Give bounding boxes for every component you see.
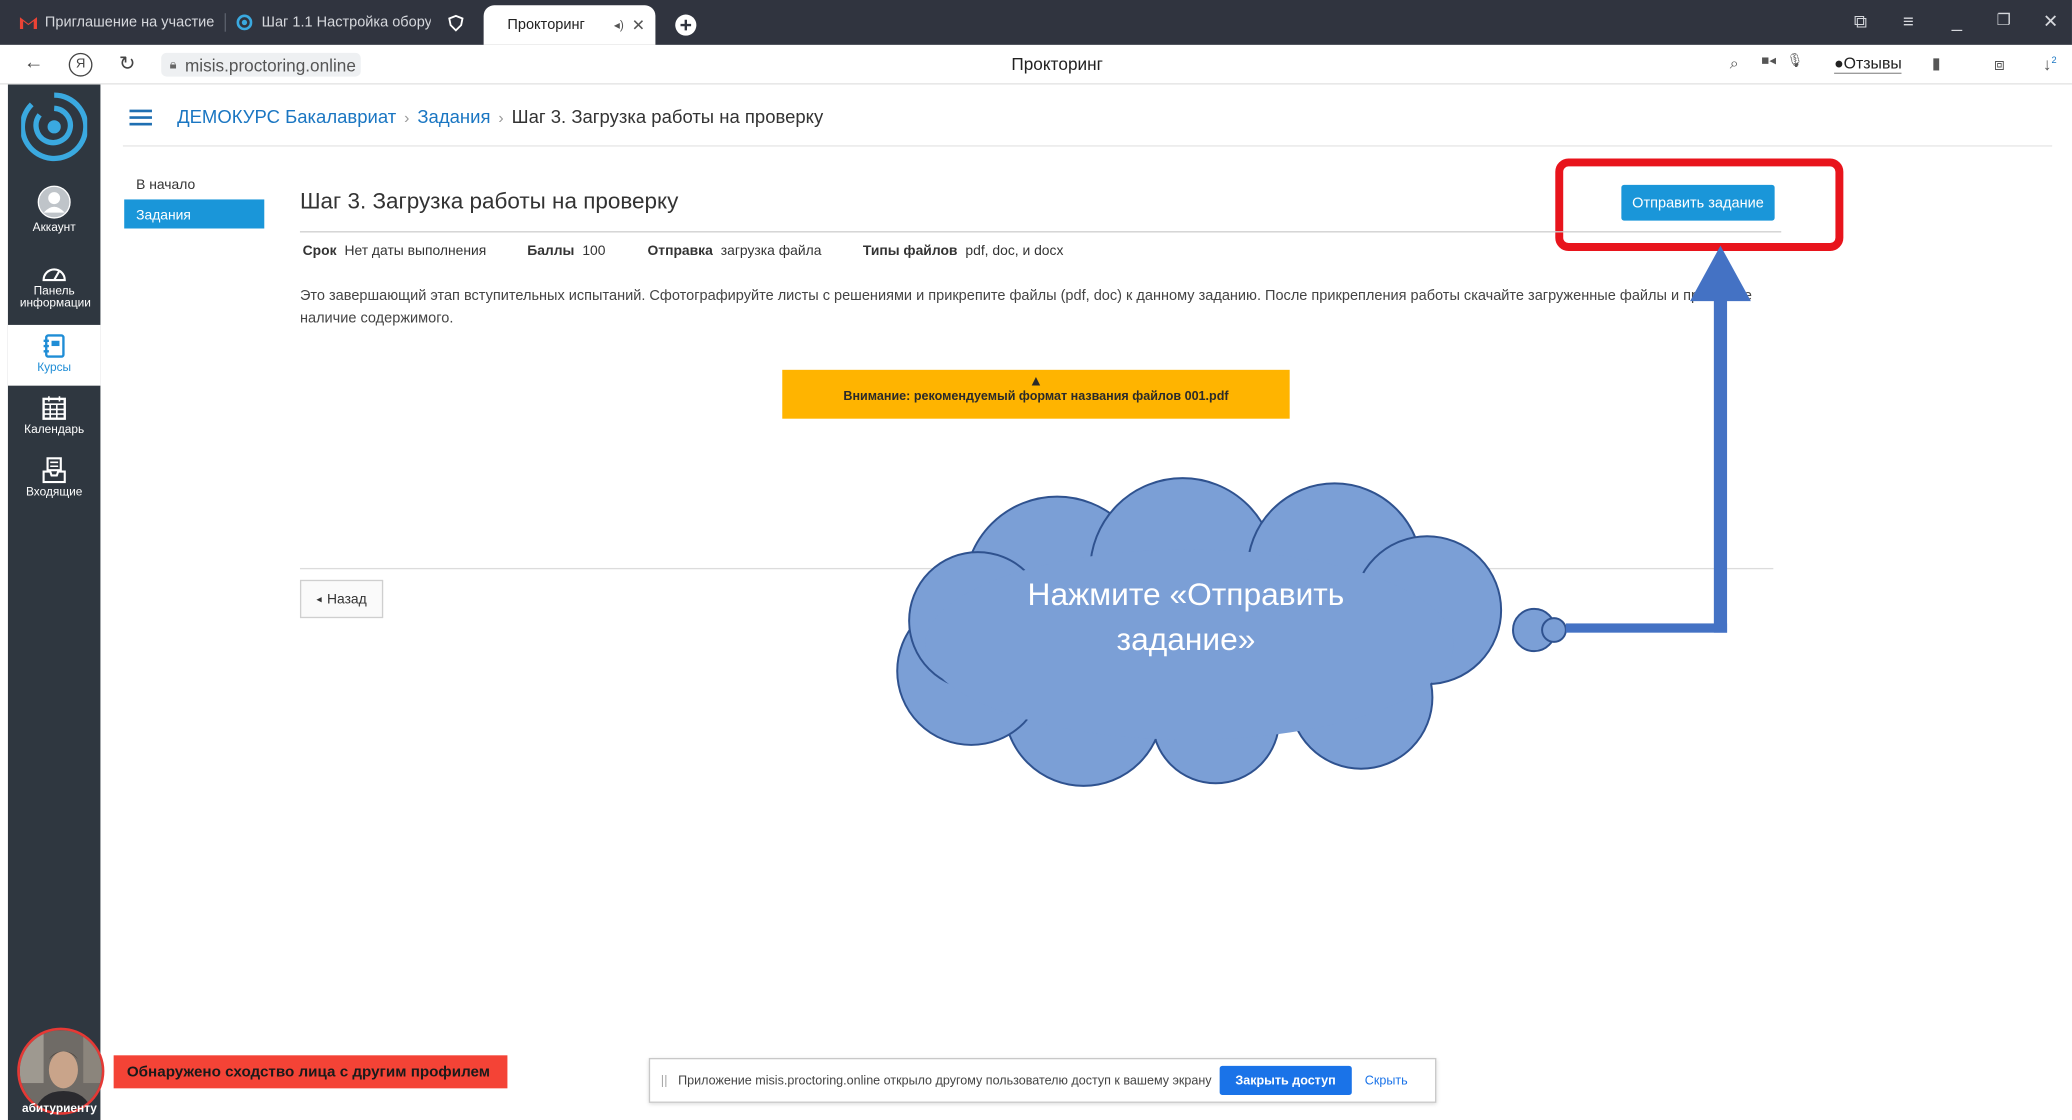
tab-label: Проктoринг [507, 17, 585, 34]
url-field[interactable]: 🔒︎ misis.proctoring.online [161, 52, 362, 77]
dashboard-icon [42, 268, 66, 282]
tab-audio-icon[interactable]: ◂) [614, 18, 624, 33]
due-date: Срок Нет даты выполнения [303, 243, 487, 259]
calendar-icon [42, 396, 66, 420]
back-arrow-icon[interactable]: ← [24, 52, 44, 74]
due-value: Нет даты выполнения [344, 243, 487, 259]
browser-tab-bar: Приглашение на участие Шаг 1.1 Настройка… [0, 0, 2072, 45]
content-divider [299, 567, 1774, 570]
callout-text: Нажмите «Отправить задание» [1027, 577, 1345, 658]
rail-label: Аккаунт [32, 220, 76, 234]
points-value: 100 [582, 243, 606, 259]
drag-handle-icon[interactable]: || [661, 1073, 668, 1088]
tab-proctoring[interactable]: Проктoринг ◂) ✕ [483, 5, 656, 45]
downloads-icon[interactable]: ↓2 [2043, 54, 2057, 74]
submission-value: загрузка файла [720, 243, 822, 259]
proctoring-favicon [235, 13, 253, 31]
face-match-alert: Обнаружено сходство лица с другим профил… [113, 1055, 508, 1089]
warning-text: Внимание: рекомендуемый формат названия … [843, 389, 1229, 405]
submission-type: Отправка загрузка файла [647, 243, 821, 259]
tab-setup[interactable]: Шаг 1.1 Настройка обору [235, 5, 431, 39]
rail-label: Входящие [25, 484, 83, 498]
inbox-icon [42, 457, 66, 484]
microphone-icon[interactable]: 🎙︎ [1787, 54, 1804, 69]
page-title: Проктoринг [1011, 54, 1103, 74]
tab-list-icon[interactable]: ⧉ [1854, 11, 1867, 33]
header-divider [122, 145, 2053, 147]
tab-protect[interactable] [447, 5, 476, 39]
file-types: Типы файлов pdf, doc, и docx [863, 243, 1064, 259]
highlight-box [1555, 158, 1844, 251]
tab-label: Приглашение на участие [44, 14, 215, 31]
courses-icon [43, 334, 65, 358]
subnav-assignments-link[interactable]: Задания [124, 199, 265, 229]
warning-banner: ▲ Внимание: рекомендуемый формат названи… [782, 369, 1290, 419]
logo-icon[interactable] [21, 90, 88, 164]
left-rail: Аккаунт Панель информации Курсы Календар… [7, 84, 101, 1120]
breadcrumb-assignments-link[interactable]: Задания [417, 106, 490, 127]
screen-share-message: Приложение misis.proctoring.online откры… [678, 1073, 1212, 1088]
screen-share-bar: || Приложение misis.proctoring.online от… [648, 1057, 1437, 1103]
tab-divider [224, 13, 226, 32]
rail-item-dashboard[interactable]: Панель информации [8, 262, 100, 310]
title-divider [299, 231, 1782, 233]
tab-label: Шаг 1.1 Настройка обору [261, 14, 431, 31]
rail-label: Курсы [37, 360, 72, 374]
warning-icon: ▲ [1028, 373, 1044, 390]
due-label: Срок [302, 243, 337, 259]
speech-bubble-icon: ● [1834, 54, 1844, 73]
reload-icon[interactable]: ↻ [119, 52, 136, 75]
plus-icon [675, 14, 697, 36]
screen: Приглашение на участие Шаг 1.1 Настройка… [0, 0, 2072, 1120]
rail-item-calendar[interactable]: Календарь [8, 395, 100, 436]
close-window-icon[interactable]: ✕ [2043, 11, 2059, 33]
menu-icon[interactable]: ≡ [1903, 11, 1914, 32]
rail-label: Календарь [24, 422, 85, 436]
rail-item-account[interactable]: Аккаунт [8, 185, 100, 234]
breadcrumb-current: Шаг 3. Загрузка работы на проверку [511, 105, 824, 127]
hamburger-menu-icon[interactable] [129, 109, 152, 126]
chevron-left-icon: ◂ [316, 593, 322, 605]
search-icon[interactable]: ⌕ [1730, 54, 1739, 74]
tab-close-icon[interactable]: ✕ [632, 16, 645, 34]
filetypes-label: Типы файлов [862, 243, 958, 259]
subnav-home-link[interactable]: В начало [136, 177, 195, 193]
webcam-user-name: абитуриенту [21, 1101, 97, 1115]
callout-bubble-tail [1512, 607, 1567, 653]
extensions-icon[interactable]: ⧈ [1994, 54, 2005, 75]
bookmark-icon[interactable]: ▮ [1932, 54, 1941, 72]
back-label: Назад [326, 591, 367, 607]
downloads-badge: 2 [2051, 56, 2057, 66]
restore-icon[interactable]: ❐ [1997, 11, 2011, 29]
breadcrumb-separator-icon: › [498, 108, 504, 127]
rail-label: Панель информации [19, 283, 91, 310]
filetypes-value: pdf, doc, и docx [965, 243, 1064, 259]
minimize-icon[interactable]: _ [1952, 11, 1962, 32]
assignment-title: Шаг 3. Загрузка работы на проверку [299, 188, 679, 214]
breadcrumb-separator-icon: › [404, 108, 410, 127]
account-icon [37, 185, 71, 219]
camera-icon[interactable]: ■◂ [1761, 54, 1776, 69]
breadcrumb: ДЕМОКУРС Бакалавриат › Задания › Шаг 3. Загр… [177, 106, 823, 127]
tab-gmail[interactable]: Приглашение на участие [18, 5, 216, 39]
new-tab-button[interactable] [674, 8, 700, 42]
back-button[interactable]: ◂ Назад [299, 579, 384, 619]
assignment-description: Это завершающий этап вступительных испыт… [299, 287, 1752, 327]
feedback-label: Отзывы [1843, 54, 1902, 73]
breadcrumb-course-link[interactable]: ДЕМОКУРС Бакалавриат [177, 106, 396, 127]
url-text: misis.proctoring.online [184, 54, 356, 75]
feedback-button[interactable]: ●Отзывы [1834, 54, 1902, 74]
rail-item-inbox[interactable]: Входящие [8, 457, 100, 498]
points-label: Баллы [527, 243, 575, 259]
yandex-icon[interactable]: Я [68, 52, 93, 77]
submission-label: Отправка [647, 243, 713, 259]
hide-button[interactable]: Скрыть [1365, 1073, 1408, 1088]
stop-sharing-button[interactable]: Закрыть доступ [1219, 1065, 1352, 1095]
lock-icon: 🔒︎ [169, 57, 177, 72]
shield-icon [447, 13, 465, 32]
points: Баллы 100 [527, 243, 605, 259]
rail-item-courses[interactable]: Курсы [7, 324, 101, 386]
gmail-icon [18, 13, 37, 31]
browser-address-bar: ← Я ↻ 🔒︎ misis.proctoring.online Проктoр… [0, 44, 2072, 85]
